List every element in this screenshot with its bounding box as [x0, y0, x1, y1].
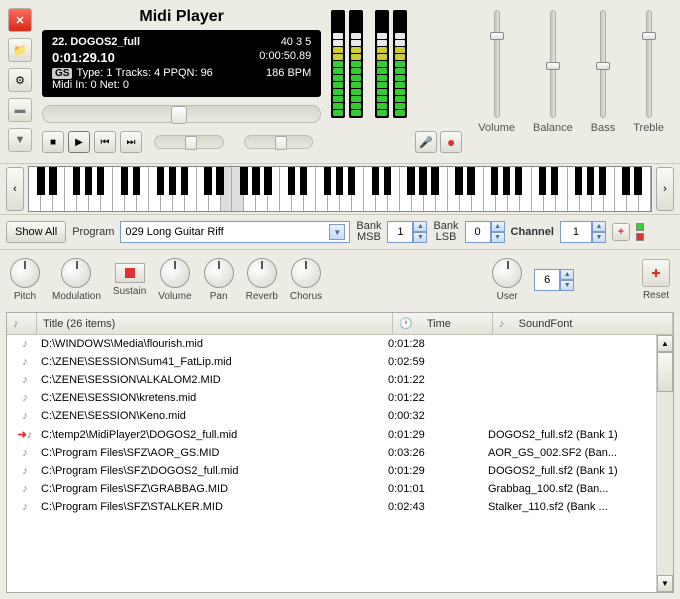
note-icon: ♪ [22, 447, 28, 459]
pitch-slider[interactable] [244, 135, 314, 149]
speech-icon: ▬ [15, 104, 26, 116]
scroll-up-button[interactable]: ▲ [657, 335, 673, 352]
program-combo[interactable]: 029 Long Guitar Riff ▼ [120, 221, 350, 243]
close-button[interactable]: ✕ [8, 8, 32, 32]
arrow-down-icon: ▼ [15, 134, 26, 146]
scroll-down-button[interactable]: ▼ [657, 575, 673, 592]
record-icon: ● [447, 134, 455, 150]
open-file-button[interactable]: 📁 [8, 38, 32, 62]
bass-slider[interactable] [600, 10, 606, 118]
playlist-body[interactable]: ♪D:\WINDOWS\Media\flourish.mid0:01:28♪C:… [7, 335, 656, 592]
playlist-row[interactable]: ♪C:\Program Files\SFZ\GRABBAG.MID0:01:01… [7, 480, 656, 498]
playlist-row[interactable]: ♪C:\ZENE\SESSION\kretens.mid0:01:22 [7, 389, 656, 407]
counters: 40 3 5 [281, 36, 312, 48]
clock-icon: 🕐 [399, 317, 413, 330]
channel-add-button[interactable]: + [612, 223, 630, 241]
elapsed-time: 0:01:29.10 [52, 50, 115, 65]
app-title: Midi Player [38, 6, 325, 30]
playlist-header: ♪ Title (26 items) 🕐 Time ♪ SoundFont [7, 313, 673, 335]
pitch-knob[interactable] [10, 258, 40, 288]
title-column[interactable]: Title (26 items) [37, 313, 393, 334]
octave-left-button[interactable]: ‹ [6, 167, 24, 211]
seek-slider[interactable] [42, 105, 321, 123]
playlist-row[interactable]: ♪D:\WINDOWS\Media\flourish.mid0:01:28 [7, 335, 656, 353]
playlist-row[interactable]: ➜♪C:\temp2\MidiPlayer2\DOGOS2_full.mid0:… [7, 425, 656, 444]
mic-icon: 🎤 [419, 136, 433, 149]
note-icon: ♪ [13, 318, 19, 330]
info-button[interactable]: ▬ [8, 98, 32, 122]
tempo-slider[interactable] [154, 135, 224, 149]
bank-lsb-label: BankLSB [433, 221, 458, 243]
settings-button[interactable]: ⚙ [8, 68, 32, 92]
vu-meters [329, 6, 409, 157]
bank-msb-spinner[interactable]: ▲▼ [387, 221, 427, 243]
current-arrow-icon: ➜ [18, 428, 27, 441]
reverb-knob[interactable] [247, 258, 277, 288]
note-icon: ♪ [22, 338, 28, 350]
chevron-down-icon: ▼ [329, 224, 345, 240]
channel-label: Channel [511, 226, 554, 238]
program-label: Program [72, 226, 114, 238]
play-button[interactable]: ▶ [68, 131, 90, 153]
time-column[interactable]: 🕐 Time [393, 313, 493, 334]
pan-knob[interactable] [204, 258, 234, 288]
soundfont-column[interactable]: ♪ SoundFont [493, 313, 673, 334]
bpm: 186 BPM [266, 67, 311, 79]
prev-button[interactable]: ⏮ [94, 131, 116, 153]
playlist-row[interactable]: ♪C:\Program Files\SFZ\DOGOS2_full.mid0:0… [7, 462, 656, 480]
octave-right-button[interactable]: › [656, 167, 674, 211]
playlist-row[interactable]: ♪C:\Program Files\SFZ\STALKER.MID0:02:43… [7, 498, 656, 516]
total-time: 0:00:50.89 [259, 50, 311, 65]
note-icon: ♪ [22, 356, 28, 368]
reset-icon: ✚ [651, 267, 660, 280]
note-icon: ♪ [22, 465, 28, 477]
record-button[interactable]: ● [440, 131, 462, 153]
led-green [636, 223, 644, 231]
note-icon: ♪ [22, 501, 28, 513]
stop-button[interactable]: ■ [42, 131, 64, 153]
user-knob[interactable] [492, 258, 522, 288]
note-icon: ♪ [22, 410, 28, 422]
folder-icon: 📁 [13, 44, 27, 57]
sustain-button[interactable] [115, 263, 145, 283]
modulation-knob[interactable] [61, 258, 91, 288]
toggle-playlist-button[interactable]: ▼ [8, 128, 32, 152]
gear-icon: ⚙ [15, 74, 25, 87]
gs-badge: GS [52, 68, 72, 79]
bank-lsb-spinner[interactable]: ▲▼ [465, 221, 505, 243]
user-value-spinner[interactable]: ▲▼ [534, 269, 574, 291]
playlist-row[interactable]: ♪C:\ZENE\SESSION\Keno.mid0:00:32 [7, 407, 656, 425]
volume-slider[interactable] [494, 10, 500, 118]
channel-spinner[interactable]: ▲▼ [560, 221, 606, 243]
note-icon: ♪ [22, 392, 28, 404]
balance-slider[interactable] [550, 10, 556, 118]
note-icon: ♪ [22, 374, 28, 386]
note-icon: ♪ [22, 483, 28, 495]
volume-knob[interactable] [160, 258, 190, 288]
led-red [636, 233, 644, 241]
note-icon: ♪ [27, 429, 33, 441]
mic-button[interactable]: 🎤 [415, 131, 437, 153]
playlist-row[interactable]: ♪C:\Program Files\SFZ\AOR_GS.MID0:03:26A… [7, 444, 656, 462]
show-all-button[interactable]: Show All [6, 221, 66, 243]
treble-slider[interactable] [646, 10, 652, 118]
track-title: 22. DOGOS2_full [52, 36, 140, 48]
playlist-row[interactable]: ♪C:\ZENE\SESSION\Sum41_FatLip.mid0:02:59 [7, 353, 656, 371]
chorus-knob[interactable] [291, 258, 321, 288]
note-icon: ♪ [499, 318, 505, 330]
bank-msb-label: BankMSB [356, 221, 381, 243]
reset-button[interactable]: ✚ [642, 259, 670, 287]
scroll-thumb[interactable] [657, 352, 673, 392]
playlist-row[interactable]: ♪C:\ZENE\SESSION\ALKALOM2.MID0:01:22 [7, 371, 656, 389]
lcd-display: 22. DOGOS2_full 40 3 5 0:01:29.10 0:00:5… [42, 30, 321, 97]
next-button[interactable]: ⏭ [120, 131, 142, 153]
scrollbar[interactable]: ▲ ▼ [656, 335, 673, 592]
piano-keyboard[interactable] [28, 166, 652, 212]
